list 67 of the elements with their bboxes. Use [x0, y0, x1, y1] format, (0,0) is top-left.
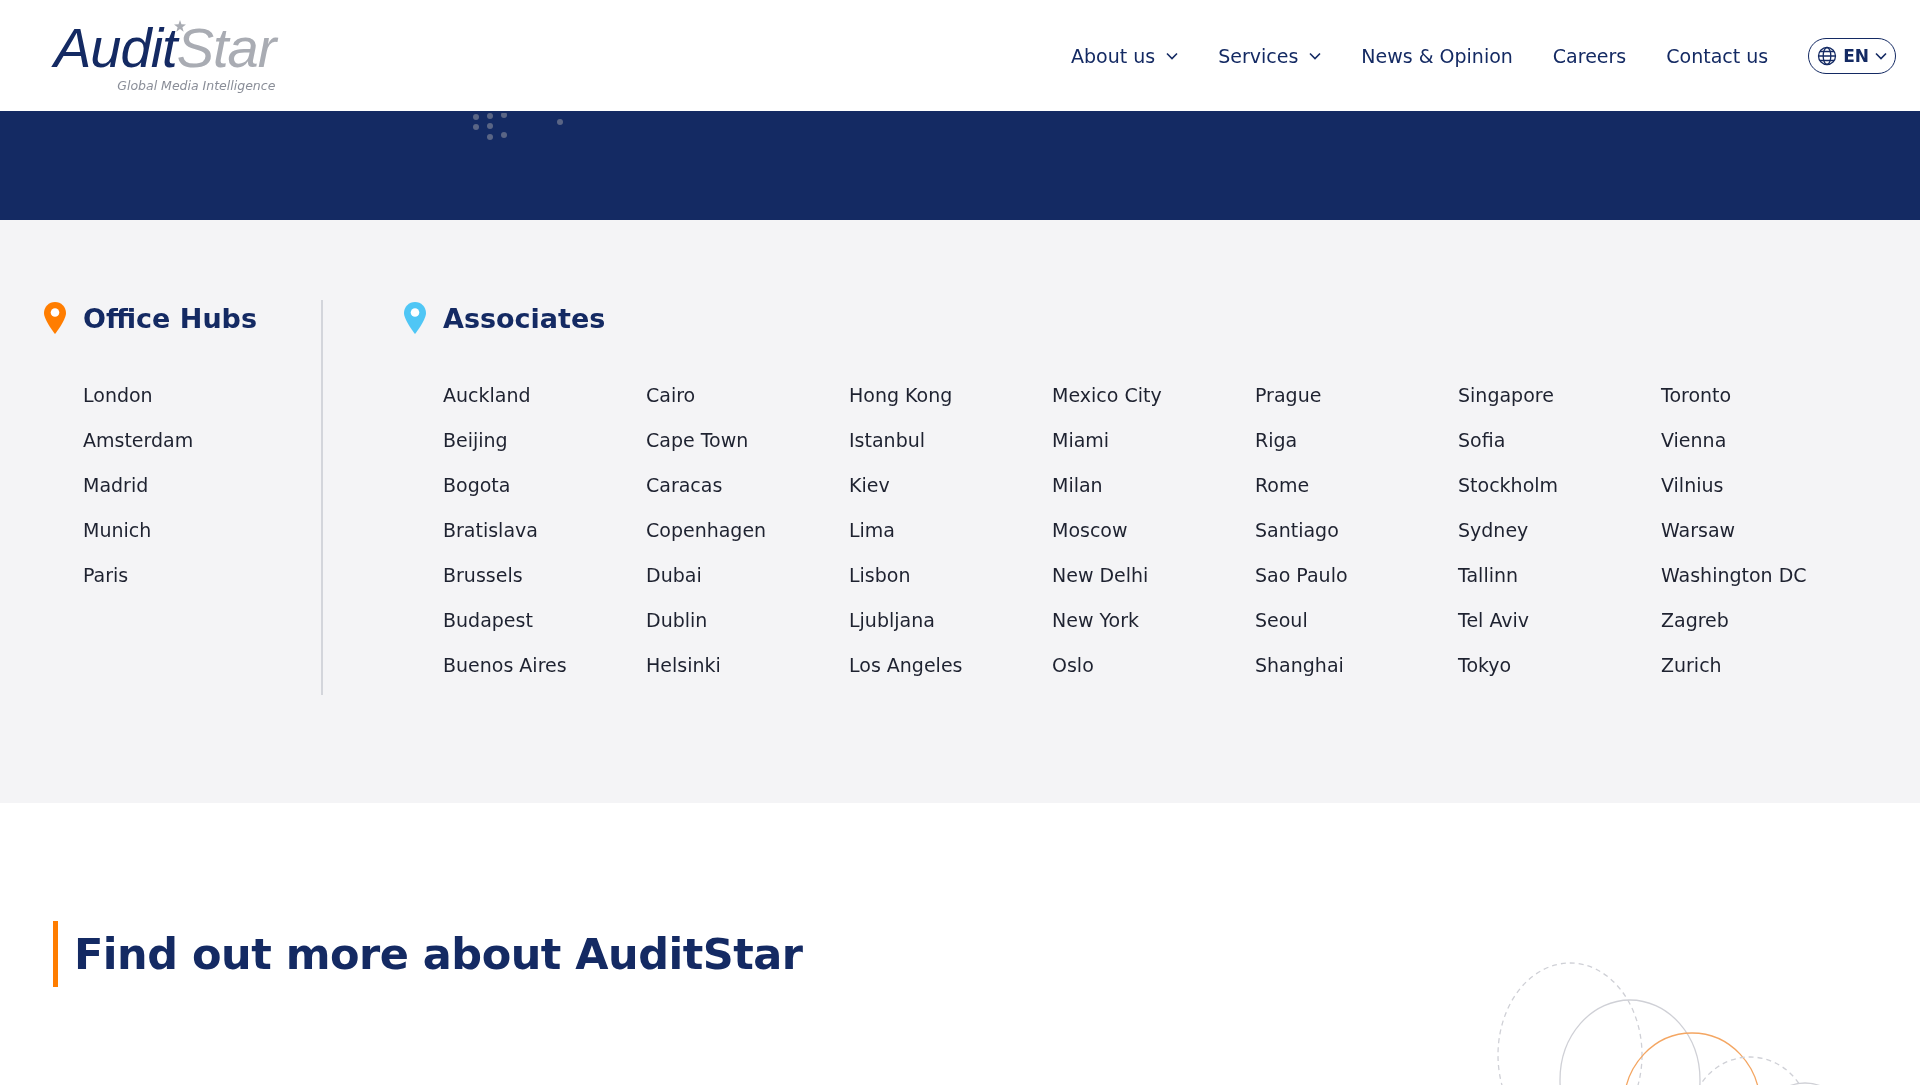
city-link[interactable]: Vilnius [1661, 471, 1864, 500]
city-link[interactable]: Ljubljana [849, 606, 1052, 635]
city-link[interactable]: Caracas [646, 471, 849, 500]
nav-link[interactable]: Careers [1552, 44, 1627, 67]
city-link[interactable]: Hong Kong [849, 381, 1052, 410]
city-link[interactable]: Dublin [646, 606, 849, 635]
city-link[interactable]: Singapore [1458, 381, 1661, 410]
city-link[interactable]: Moscow [1052, 516, 1255, 545]
city-link[interactable]: Bratislava [443, 516, 646, 545]
city-link[interactable]: Buenos Aires [443, 651, 646, 680]
city-link[interactable]: Vienna [1661, 426, 1864, 455]
city-link[interactable]: Seoul [1255, 606, 1458, 635]
city-link[interactable]: Oslo [1052, 651, 1255, 680]
city-link[interactable]: Prague [1255, 381, 1458, 410]
city-link[interactable]: Madrid [83, 471, 286, 500]
city-link[interactable]: Tallinn [1458, 561, 1661, 590]
section-heading: Find out more about AuditStar [53, 921, 803, 987]
globe-icon [1817, 45, 1838, 66]
city-link[interactable]: Toronto [1661, 381, 1864, 410]
city-link[interactable]: Kiev [849, 471, 1052, 500]
city-link[interactable]: Riga [1255, 426, 1458, 455]
city-link[interactable]: Auckland [443, 381, 646, 410]
city-link[interactable]: Bogota [443, 471, 646, 500]
city-link[interactable]: Cairo [646, 381, 849, 410]
city-link[interactable]: Paris [83, 561, 286, 590]
city-link[interactable]: Miami [1052, 426, 1255, 455]
city-link[interactable]: Mexico City [1052, 381, 1255, 410]
city-link[interactable]: Rome [1255, 471, 1458, 500]
city-link[interactable]: Beijing [443, 426, 646, 455]
caret-icon [1166, 51, 1179, 60]
nav-link[interactable]: Services [1218, 44, 1322, 67]
city-link[interactable]: Zurich [1661, 651, 1864, 680]
city-link[interactable]: Cape Town [646, 426, 849, 455]
city-link[interactable]: Shanghai [1255, 651, 1458, 680]
city-link[interactable]: Stockholm [1458, 471, 1661, 500]
city-link[interactable]: Zagreb [1661, 606, 1864, 635]
section-heading: Office Hubs [83, 302, 257, 334]
section-heading: Associates [443, 302, 606, 334]
city-link[interactable]: Tokyo [1458, 651, 1661, 680]
city-link[interactable]: Lima [849, 516, 1052, 545]
city-link[interactable]: Brussels [443, 561, 646, 590]
city-link[interactable]: Sydney [1458, 516, 1661, 545]
city-link[interactable]: London [83, 381, 286, 410]
city-link[interactable]: Santiago [1255, 516, 1458, 545]
city-link[interactable]: Dubai [646, 561, 849, 590]
caret-icon [1309, 51, 1322, 60]
language-selector[interactable]: EN [1808, 37, 1896, 74]
city-link[interactable]: Warsaw [1661, 516, 1864, 545]
city-link[interactable]: Milan [1052, 471, 1255, 500]
city-link[interactable]: Sofia [1458, 426, 1661, 455]
city-link[interactable]: Washington DC [1661, 561, 1864, 590]
city-link[interactable]: Amsterdam [83, 426, 286, 455]
city-link[interactable]: New York [1052, 606, 1255, 635]
nav-link[interactable]: News & Opinion [1361, 44, 1513, 67]
city-link[interactable]: Istanbul [849, 426, 1052, 455]
caret-icon [1875, 51, 1887, 60]
nav-link[interactable]: About us [1071, 44, 1179, 67]
nav-link[interactable]: Contact us [1666, 44, 1769, 67]
city-link[interactable]: Copenhagen [646, 516, 849, 545]
city-link[interactable]: Lisbon [849, 561, 1052, 590]
city-link[interactable]: Sao Paulo [1255, 561, 1458, 590]
city-link[interactable]: Tel Aviv [1458, 606, 1661, 635]
city-link[interactable]: Budapest [443, 606, 646, 635]
city-link[interactable]: Los Angeles [849, 651, 1052, 680]
city-link[interactable]: New Delhi [1052, 561, 1255, 590]
city-link[interactable]: Helsinki [646, 651, 849, 680]
city-link[interactable]: Munich [83, 516, 286, 545]
